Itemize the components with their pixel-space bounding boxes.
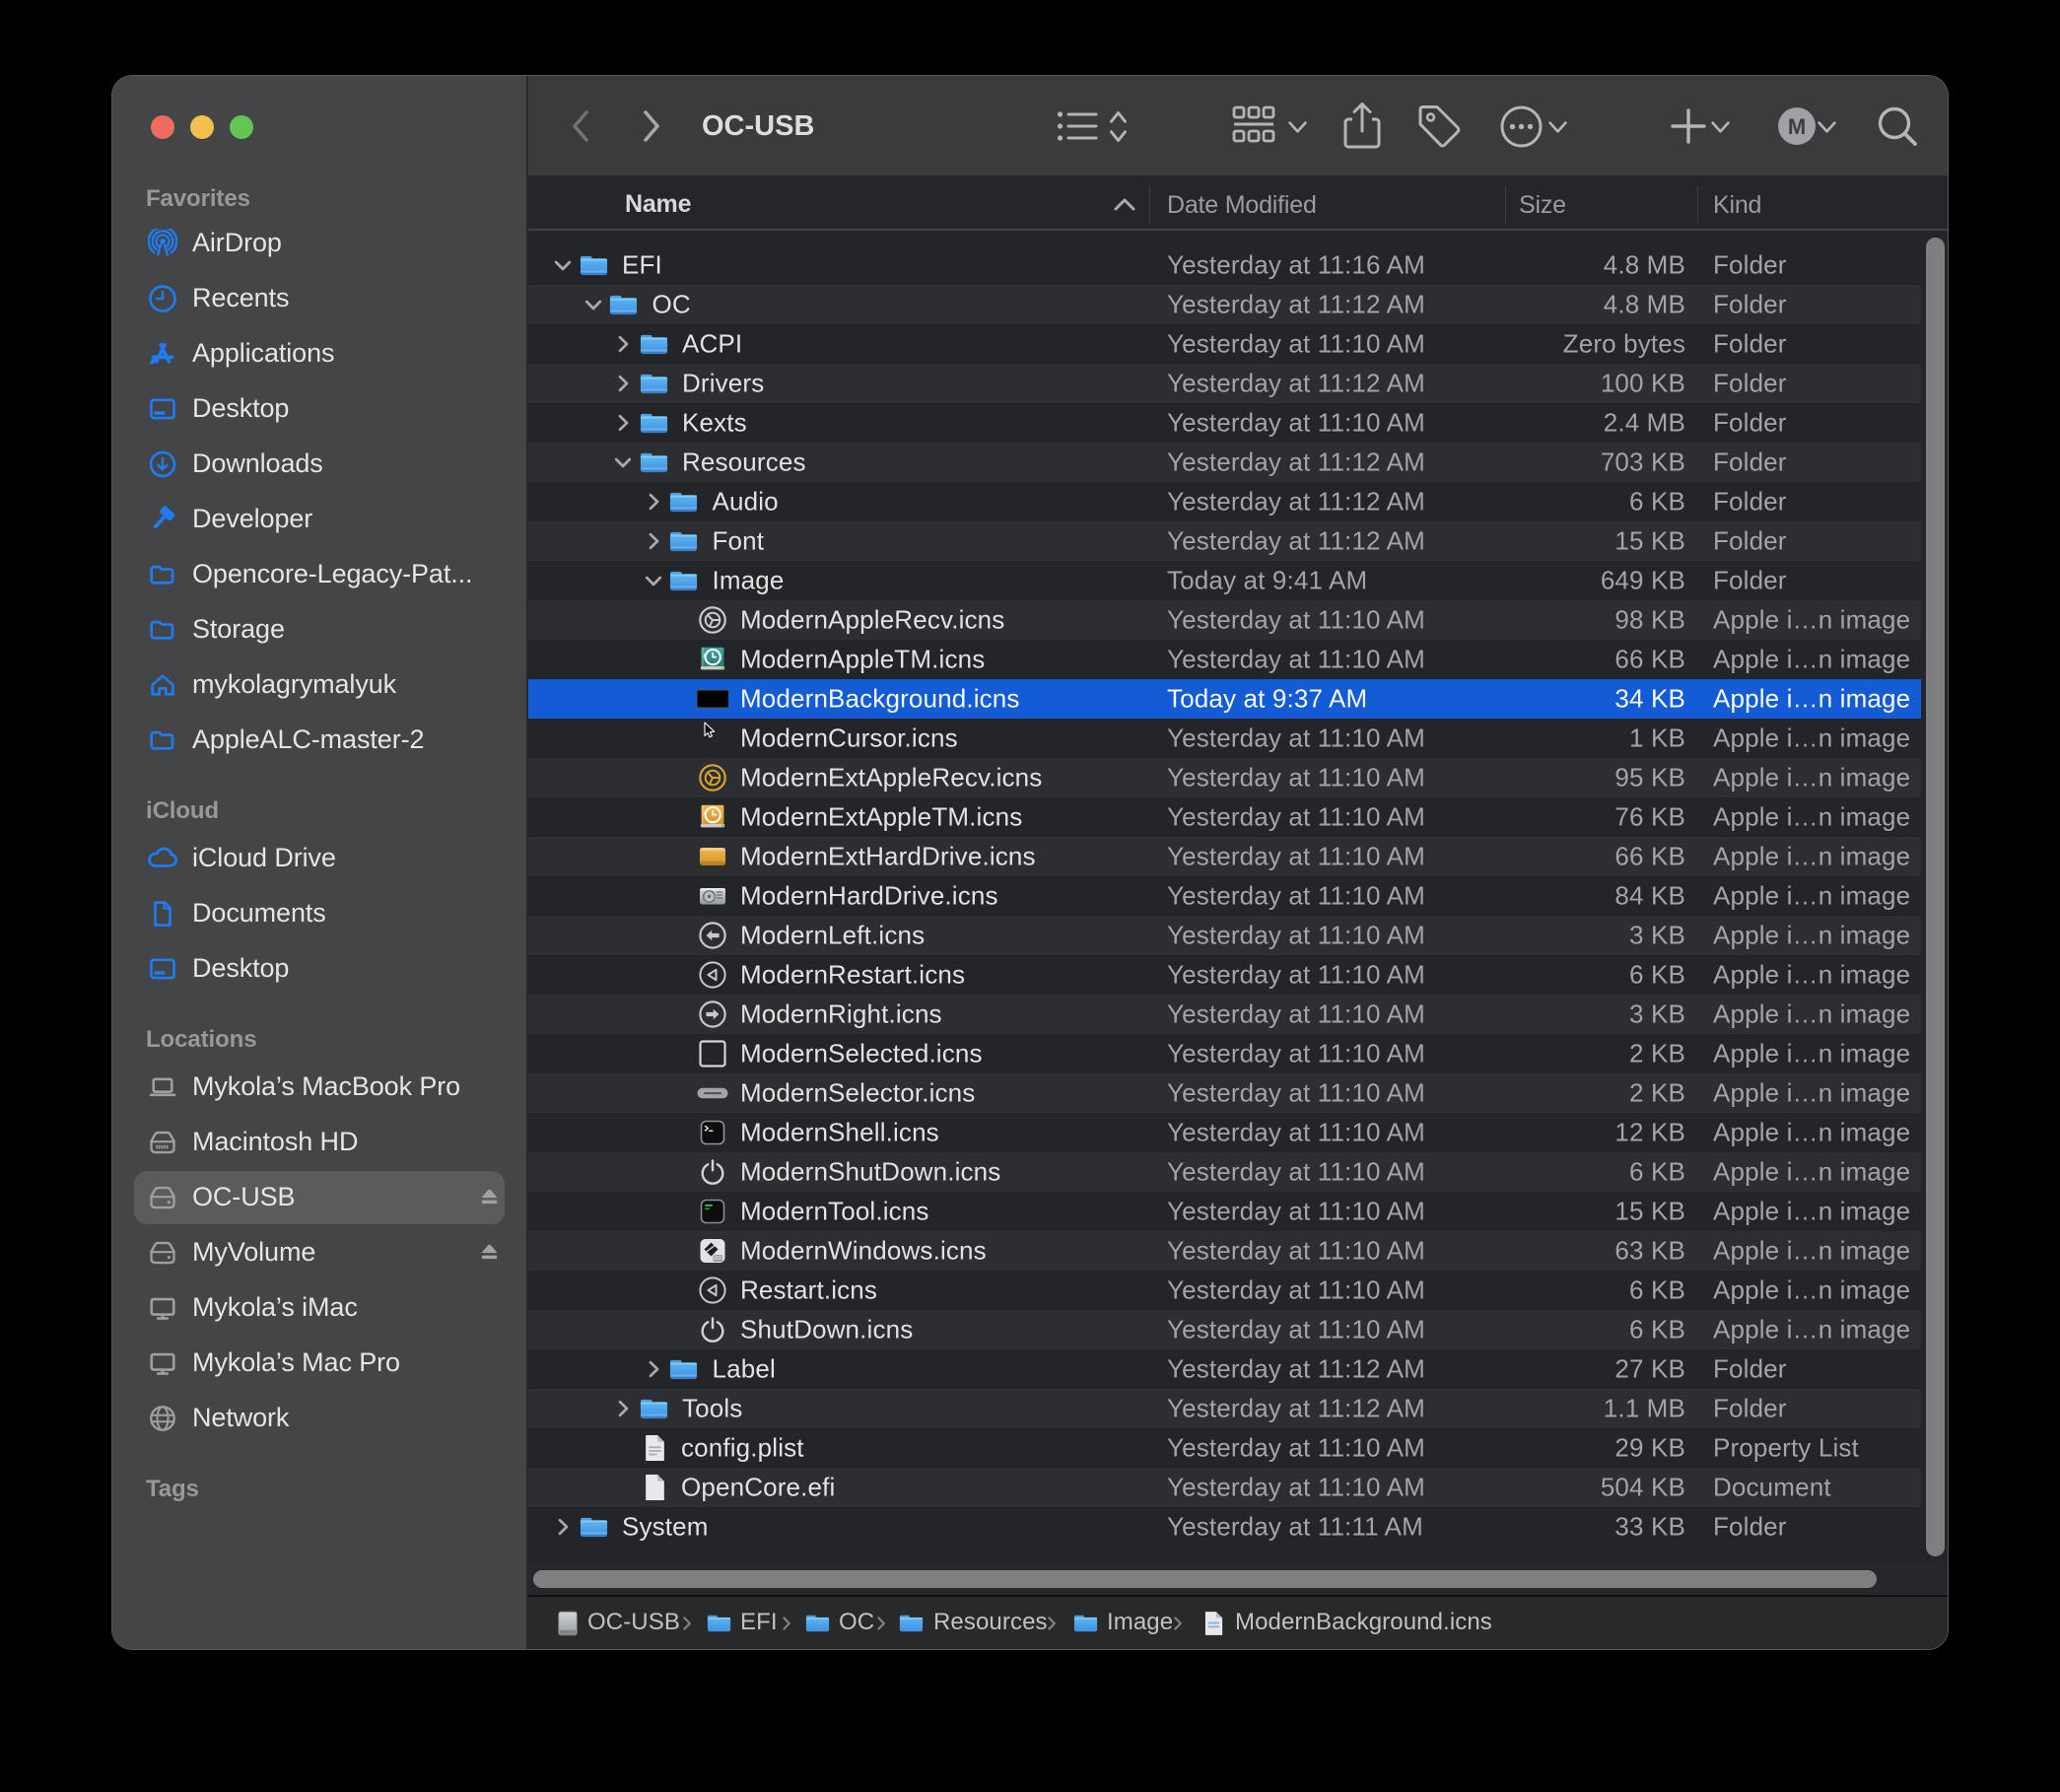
svg-text:M: M xyxy=(1788,114,1806,139)
